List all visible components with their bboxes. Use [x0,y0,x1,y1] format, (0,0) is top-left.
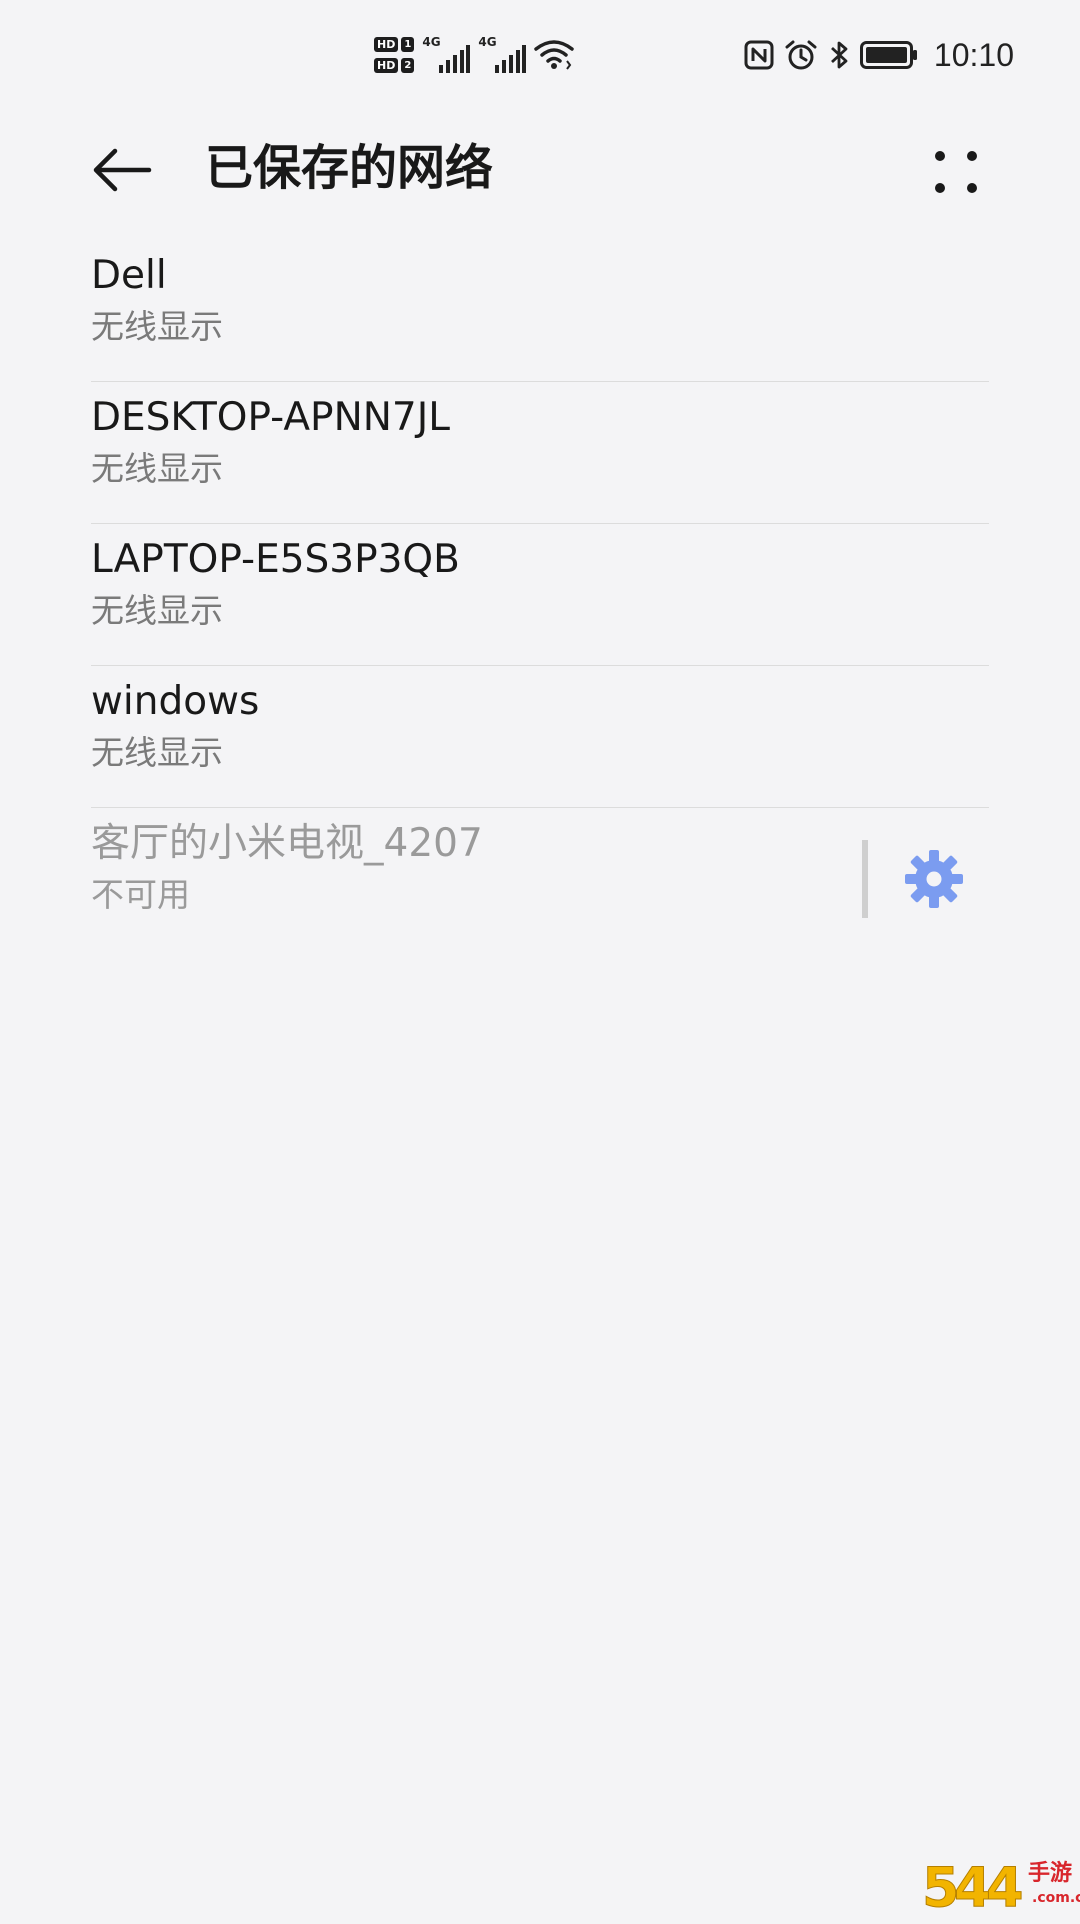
status-bar: HD 1 HD 2 4G 4G 10:10 [0,0,1080,110]
network-status: 无线显示 [91,307,223,346]
system-indicators: 10:10 [744,30,1014,80]
more-options-icon [935,151,977,193]
back-arrow-icon [93,148,152,192]
sim1-signal: 4G [422,35,471,75]
hd-indicator-2: HD 2 [374,58,415,73]
network-name: 客厅的小米电视_4207 [91,821,483,866]
bluetooth-icon [830,41,848,69]
back-button[interactable] [82,130,162,210]
network-item[interactable]: LAPTOP-E5S3P3QB 无线显示 [91,524,989,666]
hd-indicator-1: HD 1 [374,37,415,52]
alarm-icon [785,40,817,70]
hd-sim-number: 2 [401,58,415,73]
network-status: 无线显示 [91,733,223,772]
svg-text:.com.cn: .com.cn [1032,1890,1080,1906]
hd-sim-number: 1 [401,37,415,52]
sim2-signal: 4G [478,35,527,75]
network-name: DESKTOP-APNN7JL [91,395,450,440]
battery-icon [859,41,917,69]
network-item[interactable]: DESKTOP-APNN7JL 无线显示 [91,382,989,524]
watermark-logo-icon: 5 4 4 手游 .com.cn [922,1856,1080,1920]
nfc-icon [744,40,774,70]
network-item-unavailable[interactable]: 客厅的小米电视_4207 不可用 [91,808,989,950]
network-name: Dell [91,253,167,298]
vertical-divider [862,840,868,918]
title-bar: 已保存的网络 [0,110,1080,240]
network-name: LAPTOP-E5S3P3QB [91,537,460,582]
network-status: 无线显示 [91,591,223,630]
saved-networks-list: Dell 无线显示 DESKTOP-APNN7JL 无线显示 LAPTOP-E5… [0,240,1080,950]
network-settings-button[interactable] [903,848,965,910]
network-status: 无线显示 [91,449,223,488]
network-status: 不可用 [91,875,190,914]
wifi-icon [534,40,575,70]
network-indicators: HD 1 HD 2 4G 4G [374,30,575,80]
svg-text:4: 4 [986,1856,1024,1919]
gear-icon [905,850,963,908]
more-options-button[interactable] [918,130,998,210]
signal-bars-icon [439,45,471,73]
signal-bars-icon [495,45,527,73]
site-watermark-logo: 5 4 4 手游 .com.cn [920,1840,1080,1920]
network-name: windows [91,679,260,724]
hd-label: HD [374,37,399,52]
network-item[interactable]: Dell 无线显示 [91,240,989,382]
network-item[interactable]: windows 无线显示 [91,666,989,808]
clock: 10:10 [933,36,1014,73]
page-title: 已保存的网络 [205,140,494,196]
svg-text:手游: 手游 [1028,1860,1072,1886]
hd-label: HD [374,58,399,73]
hd-voice-indicators: HD 1 HD 2 [374,37,415,73]
